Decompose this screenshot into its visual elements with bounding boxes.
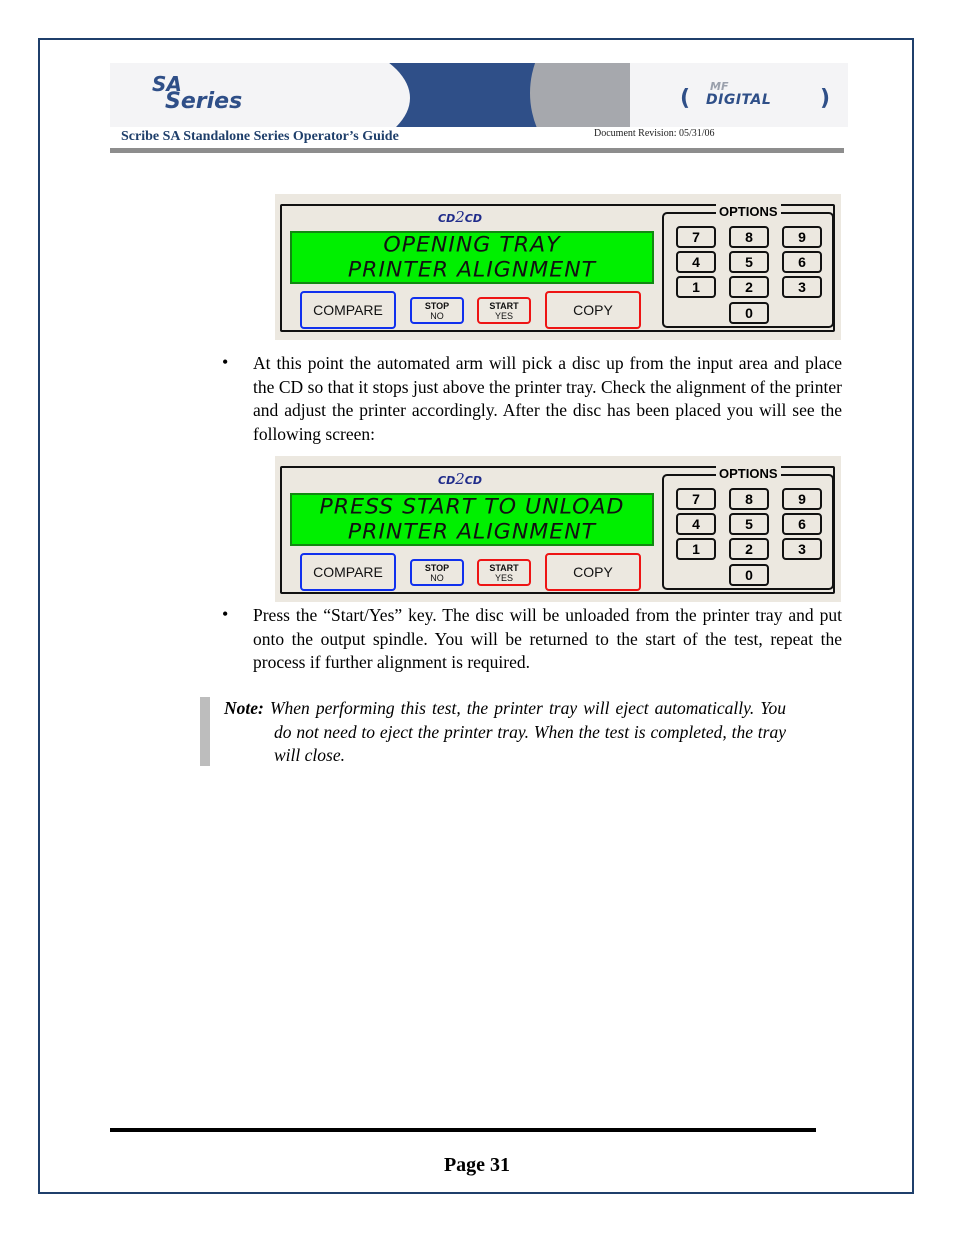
compare-button[interactable]: COMPARE: [300, 553, 396, 591]
key-2[interactable]: 2: [729, 276, 769, 298]
bullet-icon: •: [222, 352, 229, 372]
start-yes-button[interactable]: START YES: [477, 297, 531, 324]
lcd-line: PRESS START TO UNLOAD: [319, 495, 625, 520]
key-6[interactable]: 6: [782, 513, 822, 535]
copy-button[interactable]: COPY: [545, 291, 641, 329]
lcd-line: OPENING TRAY: [383, 233, 561, 258]
key-5[interactable]: 5: [729, 251, 769, 273]
options-label: OPTIONS: [716, 466, 781, 481]
compare-button[interactable]: COMPARE: [300, 291, 396, 329]
key-6[interactable]: 6: [782, 251, 822, 273]
bullet-paragraph: At this point the automated arm will pic…: [253, 353, 842, 444]
stop-no-button[interactable]: STOP NO: [410, 297, 464, 324]
key-0[interactable]: 0: [729, 564, 769, 586]
key-3[interactable]: 3: [782, 538, 822, 560]
page-number: Page 31: [443, 1154, 511, 1176]
header-rule: [110, 148, 844, 153]
note-block: Note: When performing this test, the pri…: [224, 697, 786, 768]
key-3[interactable]: 3: [782, 276, 822, 298]
document-revision: Document Revision: 05/31/06: [594, 128, 715, 139]
document-title: Scribe SA Standalone Series Operator’s G…: [121, 129, 399, 144]
device-panel-screenshot: CD2CD OPENING TRAY PRINTER ALIGNMENT COM…: [275, 194, 841, 340]
key-9[interactable]: 9: [782, 488, 822, 510]
key-8[interactable]: 8: [729, 226, 769, 248]
options-keypad: OPTIONS 7 8 9 4 5 6 1 2 3 0: [662, 204, 834, 328]
note-sidebar: [200, 697, 210, 766]
key-8[interactable]: 8: [729, 488, 769, 510]
lcd-display: OPENING TRAY PRINTER ALIGNMENT: [290, 231, 654, 284]
note-label: Note:: [224, 698, 264, 718]
bullet-icon: •: [222, 604, 229, 624]
cd2cd-logo: CD2CD: [438, 470, 482, 488]
key-0[interactable]: 0: [729, 302, 769, 324]
lcd-line: PRINTER ALIGNMENT: [347, 258, 597, 283]
key-1[interactable]: 1: [676, 276, 716, 298]
options-label: OPTIONS: [716, 204, 781, 219]
footer-rule: [110, 1128, 816, 1132]
stop-no-button[interactable]: STOP NO: [410, 559, 464, 586]
key-4[interactable]: 4: [676, 513, 716, 535]
key-2[interactable]: 2: [729, 538, 769, 560]
copy-button[interactable]: COPY: [545, 553, 641, 591]
note-text: When performing this test, the printer t…: [269, 698, 786, 765]
options-keypad: OPTIONS 7 8 9 4 5 6 1 2 3 0: [662, 466, 834, 590]
device-panel-screenshot: CD2CD PRESS START TO UNLOAD PRINTER ALIG…: [275, 456, 841, 602]
bullet-paragraph: Press the “Start/Yes” key. The disc will…: [253, 605, 842, 672]
lcd-line: PRINTER ALIGNMENT: [347, 520, 597, 545]
key-4[interactable]: 4: [676, 251, 716, 273]
key-5[interactable]: 5: [729, 513, 769, 535]
key-9[interactable]: 9: [782, 226, 822, 248]
sa-series-logo: SA Series: [152, 72, 243, 114]
key-7[interactable]: 7: [676, 226, 716, 248]
lcd-display: PRESS START TO UNLOAD PRINTER ALIGNMENT: [290, 493, 654, 546]
start-yes-button[interactable]: START YES: [477, 559, 531, 586]
key-1[interactable]: 1: [676, 538, 716, 560]
key-7[interactable]: 7: [676, 488, 716, 510]
cd2cd-logo: CD2CD: [438, 208, 482, 226]
